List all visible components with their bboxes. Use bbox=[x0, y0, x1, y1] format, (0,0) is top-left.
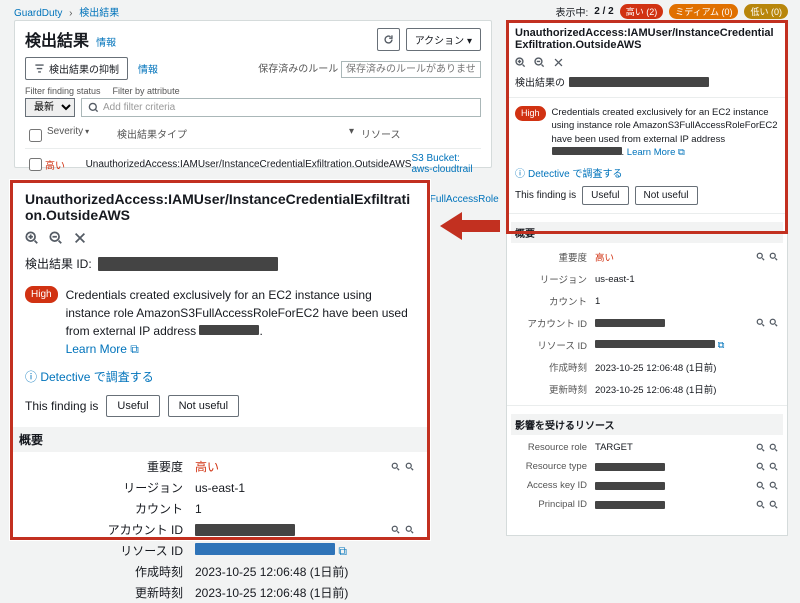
learn-more-link[interactable]: Learn More ⧉ bbox=[66, 342, 139, 356]
zoom-in-icon[interactable] bbox=[25, 231, 39, 245]
detective-link[interactable]: ⓘ Detective で調査する bbox=[25, 370, 154, 384]
finding-detail-enlarged: UnauthorizedAccess:IAMUser/InstanceCrede… bbox=[10, 180, 430, 540]
search-icon[interactable] bbox=[756, 318, 766, 328]
row-resource[interactable]: S3 Bucket: aws-cloudtrail bbox=[411, 153, 472, 175]
close-icon[interactable] bbox=[553, 57, 564, 68]
redacted-account bbox=[195, 524, 295, 536]
badge-low[interactable]: 低い (0) bbox=[744, 4, 788, 19]
search-icon[interactable] bbox=[769, 481, 779, 491]
detail-title: UnauthorizedAccess:IAMUser/InstanceCrede… bbox=[25, 191, 415, 223]
breadcrumb-service[interactable]: GuardDuty bbox=[14, 8, 62, 19]
actions-dropdown[interactable]: アクション ▾ bbox=[406, 28, 481, 51]
useful-button[interactable]: Useful bbox=[582, 186, 628, 205]
search-icon[interactable] bbox=[756, 443, 766, 453]
overview-heading: 概要 bbox=[13, 427, 427, 452]
search-icon[interactable] bbox=[756, 462, 766, 472]
breadcrumb: GuardDuty › 検出結果 bbox=[14, 4, 119, 19]
detail-title: UnauthorizedAccess:IAMUser/InstanceCrede… bbox=[515, 27, 779, 51]
this-finding-label: This finding is bbox=[25, 399, 98, 413]
filter-status-label: Filter finding status bbox=[25, 86, 101, 96]
table-row[interactable]: 高い UnauthorizedAccess:IAMUser/InstanceCr… bbox=[25, 149, 481, 180]
detective-link[interactable]: ⓘ Detective で調査する bbox=[515, 165, 779, 180]
search-icon[interactable] bbox=[769, 462, 779, 472]
saved-rule-input[interactable] bbox=[341, 61, 481, 78]
this-finding-label: This finding is bbox=[515, 190, 576, 201]
search-icon[interactable] bbox=[405, 525, 415, 535]
zoom-out-icon[interactable] bbox=[49, 231, 63, 245]
callout-arrow bbox=[440, 212, 500, 240]
finding-id-prefix: 検出結果の bbox=[515, 74, 565, 89]
finding-id-label: 検出結果 ID: bbox=[25, 255, 92, 272]
redacted-ip bbox=[199, 325, 259, 335]
search-icon[interactable] bbox=[756, 252, 766, 262]
zoom-out-icon[interactable] bbox=[534, 57, 545, 68]
redacted-id bbox=[569, 77, 709, 87]
badge-high[interactable]: 高い (2) bbox=[620, 4, 664, 19]
filter-status-select[interactable]: 最新 bbox=[25, 98, 75, 117]
showing-count: 2 / 2 bbox=[594, 6, 613, 17]
redacted-ip bbox=[552, 147, 622, 155]
suppress-info-link[interactable]: 情報 bbox=[138, 61, 158, 76]
useful-button[interactable]: Useful bbox=[106, 395, 159, 417]
search-icon[interactable] bbox=[405, 462, 415, 472]
filter-icon bbox=[34, 63, 45, 74]
refresh-icon bbox=[383, 34, 394, 45]
not-useful-button[interactable]: Not useful bbox=[635, 186, 698, 205]
col-severity[interactable]: Severity▾ bbox=[47, 126, 103, 145]
info-link[interactable]: 情報 bbox=[96, 38, 116, 49]
search-icon[interactable] bbox=[769, 500, 779, 510]
severity-pill: High bbox=[25, 286, 58, 303]
redacted-account bbox=[595, 319, 665, 327]
learn-more-link[interactable]: Learn More ⧉ bbox=[627, 147, 685, 158]
select-all-checkbox[interactable] bbox=[29, 129, 42, 142]
findings-title: 検出結果 bbox=[25, 33, 89, 50]
row-checkbox[interactable] bbox=[29, 158, 42, 171]
refresh-button[interactable] bbox=[377, 28, 400, 51]
search-icon[interactable] bbox=[756, 481, 766, 491]
overview-heading: 概要 bbox=[511, 222, 783, 243]
redacted-id bbox=[98, 257, 278, 271]
search-icon[interactable] bbox=[756, 500, 766, 510]
resource-link[interactable]: ⧉ bbox=[195, 543, 347, 559]
alert-text: Credentials created exclusively for an E… bbox=[66, 286, 415, 358]
alert-text: Credentials created exclusively for an E… bbox=[552, 106, 779, 159]
suppress-findings-button[interactable]: 検出結果の抑制 bbox=[25, 57, 128, 80]
filter-criteria-input[interactable]: Add filter criteria bbox=[81, 98, 481, 117]
not-useful-button[interactable]: Not useful bbox=[168, 395, 240, 417]
zoom-in-icon[interactable] bbox=[515, 57, 526, 68]
search-icon[interactable] bbox=[391, 525, 401, 535]
row-severity: 高い bbox=[45, 157, 77, 172]
search-icon[interactable] bbox=[391, 462, 401, 472]
row-type[interactable]: UnauthorizedAccess:IAMUser/InstanceCrede… bbox=[86, 159, 412, 170]
search-icon bbox=[88, 102, 99, 113]
findings-panel: 検出結果 情報 アクション ▾ 検出結果の抑制 情報 保存済みのルール Filt… bbox=[14, 20, 492, 168]
filter-attr-label: Filter by attribute bbox=[113, 86, 180, 96]
search-icon[interactable] bbox=[769, 318, 779, 328]
finding-detail-panel: UnauthorizedAccess:IAMUser/InstanceCrede… bbox=[506, 20, 788, 536]
close-icon[interactable] bbox=[73, 231, 87, 245]
severity-pill: High bbox=[515, 106, 546, 121]
saved-rule-label: 保存済みのルール bbox=[258, 64, 338, 75]
col-type[interactable]: 検出結果タイプ bbox=[117, 126, 349, 145]
affected-heading: 影響を受けるリソース bbox=[511, 414, 783, 435]
badge-medium[interactable]: ミディアム (0) bbox=[669, 4, 738, 19]
showing-label: 表示中: bbox=[555, 4, 588, 19]
search-icon[interactable] bbox=[769, 252, 779, 262]
search-icon[interactable] bbox=[769, 443, 779, 453]
findings-count-summary: 表示中: 2 / 2 高い (2) ミディアム (0) 低い (0) bbox=[555, 4, 788, 19]
redacted-resource bbox=[595, 340, 715, 348]
breadcrumb-page: 検出結果 bbox=[79, 8, 119, 19]
col-resource[interactable]: リソース bbox=[361, 126, 481, 145]
